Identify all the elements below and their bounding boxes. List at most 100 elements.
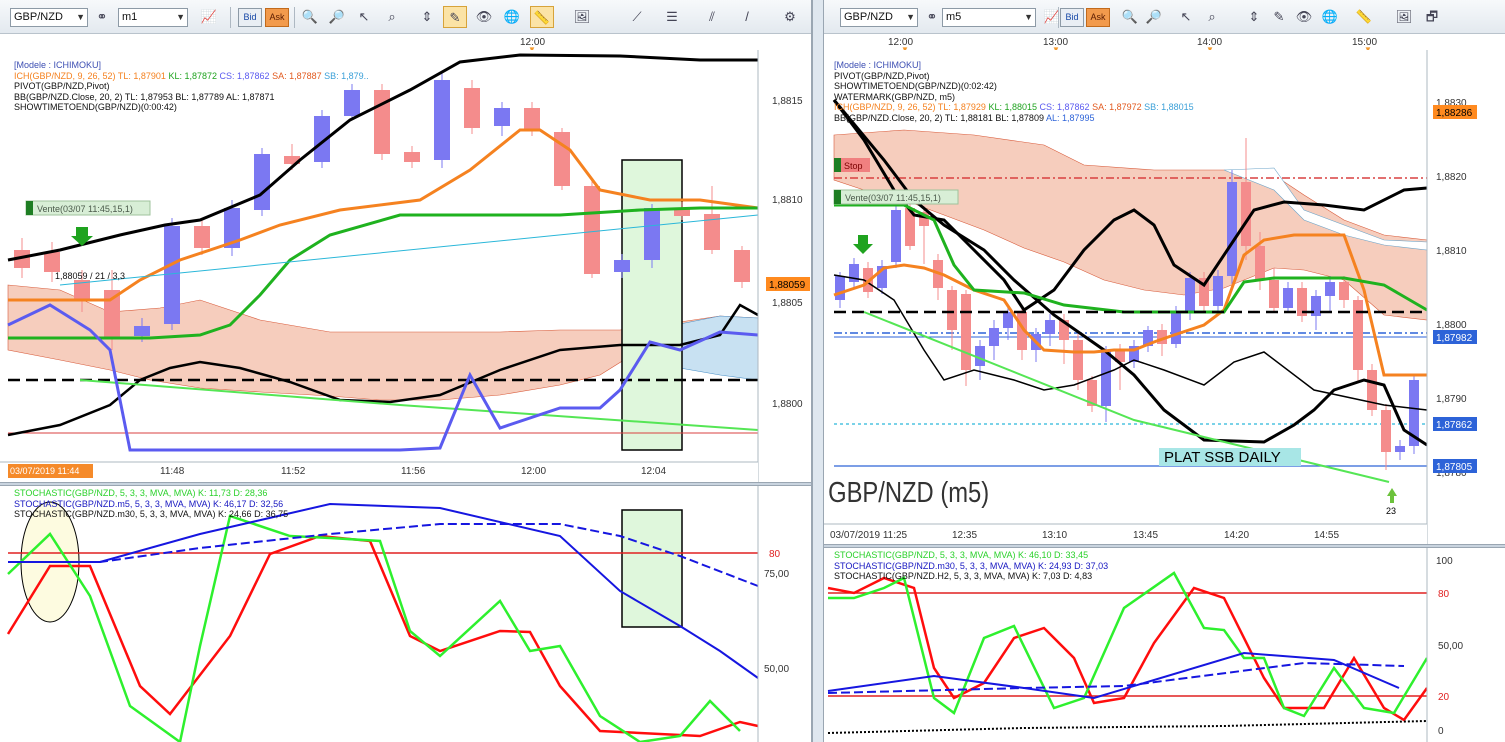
level-80-tick: 80 — [1438, 589, 1450, 600]
marker-count: 23 — [1386, 506, 1396, 516]
link-icon[interactable]: ⚭ — [90, 6, 114, 28]
left-symbol-value: GBP/NZD — [14, 11, 63, 23]
right-stoch-legend: STOCHASTIC(GBP/NZD, 5, 3, 3, MVA, MVA) K… — [834, 550, 1108, 582]
ich-tl: TL: 1,87901 — [117, 70, 166, 81]
bb-legend: BB(GBP/NZD.Close, 20, 2) TL: 1,87953 BL:… — [14, 91, 275, 102]
date-label: 03/07/2019 11:44 — [10, 466, 79, 476]
globe-icon[interactable]: 🌐 — [1318, 6, 1342, 28]
ich-sb: SB: 1,879.. — [324, 70, 369, 81]
left-symbol-select[interactable]: GBP/NZD ▼ — [10, 8, 88, 27]
candle — [464, 88, 480, 128]
annotation-text: PLAT SSB DAILY — [1164, 449, 1281, 466]
price-tag-text: 1,88059 — [769, 280, 806, 291]
ich-kl: KL: 1,88015 — [988, 102, 1037, 112]
zoom-in-icon[interactable]: 🔍 — [298, 6, 322, 28]
image-icon[interactable]: 🖼 — [570, 6, 594, 28]
image-edit-icon[interactable]: 🗗 — [1420, 6, 1444, 28]
comment-icon[interactable]: ✎ — [1267, 6, 1291, 28]
stoch-green — [828, 571, 1429, 718]
pen-icon[interactable]: / — [735, 6, 759, 28]
time-tick: 11:56 — [401, 466, 426, 477]
right-symbol-select[interactable]: GBP/NZD ▼ — [840, 8, 918, 27]
stoch-legend-2: STOCHASTIC(GBP/NZD.m5, 5, 3, 3, MVA, MVA… — [14, 498, 284, 509]
ask-button[interactable]: Ask — [1086, 8, 1110, 27]
fit-icon[interactable]: ⇕ — [1242, 6, 1266, 28]
bb-legend: BB(GBP/NZD.Close, 20, 2) TL: 1,88181 BL:… — [834, 113, 1194, 124]
fit-icon[interactable]: ⇕ — [415, 6, 439, 28]
ask-button[interactable]: Ask — [265, 8, 289, 27]
ruler-icon[interactable]: 📏 — [530, 6, 554, 28]
lines-icon[interactable]: ☰ — [660, 6, 684, 28]
stoch-legend-3: STOCHASTIC(GBP/NZD.m30, 5, 3, 3, MVA, MV… — [14, 509, 289, 519]
window-divider[interactable] — [812, 0, 824, 742]
zoom-out-icon[interactable]: 🔎 — [325, 6, 349, 28]
time-tick: 12:00 — [521, 466, 546, 477]
toolbar-separator — [1058, 7, 1059, 28]
candle — [1381, 410, 1391, 452]
left-stochastic-chart[interactable]: 80 75,00 50,00 — [0, 486, 812, 742]
candle — [1255, 246, 1265, 280]
zoom-area-icon[interactable]: ⌕ — [1200, 6, 1224, 28]
zoom-in-icon[interactable]: 🔍 — [1118, 6, 1142, 28]
ich-tl: TL: 1,87929 — [937, 102, 986, 112]
right-timeframe-select[interactable]: m5 ▼ — [942, 8, 1036, 27]
left-toolbar: GBP/NZD ▼ ⚭ m1 ▼ 📈 Bid Ask 🔍 🔎 ↖ ⌕ ⇕ ✎ 👁 🌐… — [0, 0, 811, 34]
stoch-axis — [758, 486, 811, 742]
stoch-tick: 50,00 — [1438, 641, 1463, 652]
image-icon[interactable]: 🖼 — [1392, 6, 1416, 28]
candle — [1073, 340, 1083, 380]
left-price-chart[interactable]: 1,8815 1,8810 1,8805 1,8800 1,88059 Vent… — [0, 50, 812, 482]
level-80-tick: 80 — [769, 549, 781, 560]
candle — [1283, 288, 1293, 308]
candle — [1367, 370, 1377, 410]
candle — [1171, 312, 1181, 344]
fan-icon[interactable]: ⫽ — [700, 6, 724, 28]
zoom-out-icon[interactable]: 🔎 — [1142, 6, 1166, 28]
right-symbol-value: GBP/NZD — [844, 11, 893, 23]
candle — [134, 326, 150, 336]
candle — [254, 154, 270, 210]
left-timeframe-select[interactable]: m1 ▼ — [118, 8, 188, 27]
bid-button[interactable]: Bid — [238, 8, 262, 27]
time-tick: 12:04 — [641, 466, 666, 477]
ruler-icon[interactable]: 📏 — [1352, 6, 1376, 28]
stoch-tick: 75,00 — [764, 569, 789, 580]
link-icon[interactable]: ⚭ — [920, 6, 944, 28]
watermark-legend: WATERMARK(GBP/NZD, m5) — [834, 91, 955, 102]
comment-icon[interactable]: ✎ — [443, 6, 467, 28]
time-tick: 12:35 — [952, 530, 977, 541]
chart-type-icon[interactable]: 📈 — [197, 6, 221, 28]
left-indicator-legend: [Modele : ICHIMOKU] ICH(GBP/NZD, 9, 26, … — [14, 60, 369, 113]
bb-values: BB(GBP/NZD.Close, 20, 2) TL: 1,88181 BL:… — [834, 112, 1044, 123]
eye-icon[interactable]: 👁 — [1292, 6, 1316, 28]
eye-icon[interactable]: 👁 — [472, 6, 496, 28]
axis-tick: 1,8790 — [1436, 394, 1467, 405]
trade-text: 1,88059 / 21 / 3,3 — [55, 271, 125, 281]
left-timeframe-value: m1 — [122, 11, 138, 23]
globe-icon[interactable]: 🌐 — [500, 6, 524, 28]
bid-button[interactable]: Bid — [1060, 8, 1084, 27]
candle — [1045, 320, 1055, 334]
toolbar-separator — [230, 7, 231, 28]
highlight-box — [621, 159, 683, 451]
candle — [734, 250, 750, 282]
price-tag-text: 1,87862 — [1436, 420, 1473, 431]
pivot-legend: PIVOT(GBP/NZD,Pivot) — [834, 70, 930, 81]
stop-flag-icon — [834, 158, 841, 172]
watermark: GBP/NZD (m5) — [828, 476, 989, 509]
chevron-down-icon: ▼ — [76, 12, 85, 22]
candle — [494, 108, 510, 126]
cursor-icon[interactable]: ↖ — [352, 6, 376, 28]
cursor-icon[interactable]: ↖ — [1174, 6, 1198, 28]
ich-cs: CS: 1,87862 — [219, 70, 270, 81]
settings-icon[interactable]: ⚙ — [778, 6, 802, 28]
right-price-chart[interactable]: 1,8830 1,8820 1,8810 1,8800 1,8790 1,878… — [824, 50, 1505, 544]
drawing-tools-icon[interactable]: ⟋ — [625, 6, 649, 28]
candle — [1101, 350, 1111, 406]
time-tick: 14:20 — [1224, 530, 1249, 541]
axis-tick: 1,8820 — [1436, 172, 1467, 183]
bb-al: AL: 1,87995 — [1045, 112, 1095, 123]
zoom-area-icon[interactable]: ⌕ — [380, 6, 404, 28]
time-tick: 11:52 — [281, 466, 306, 477]
price-axis — [758, 50, 811, 482]
